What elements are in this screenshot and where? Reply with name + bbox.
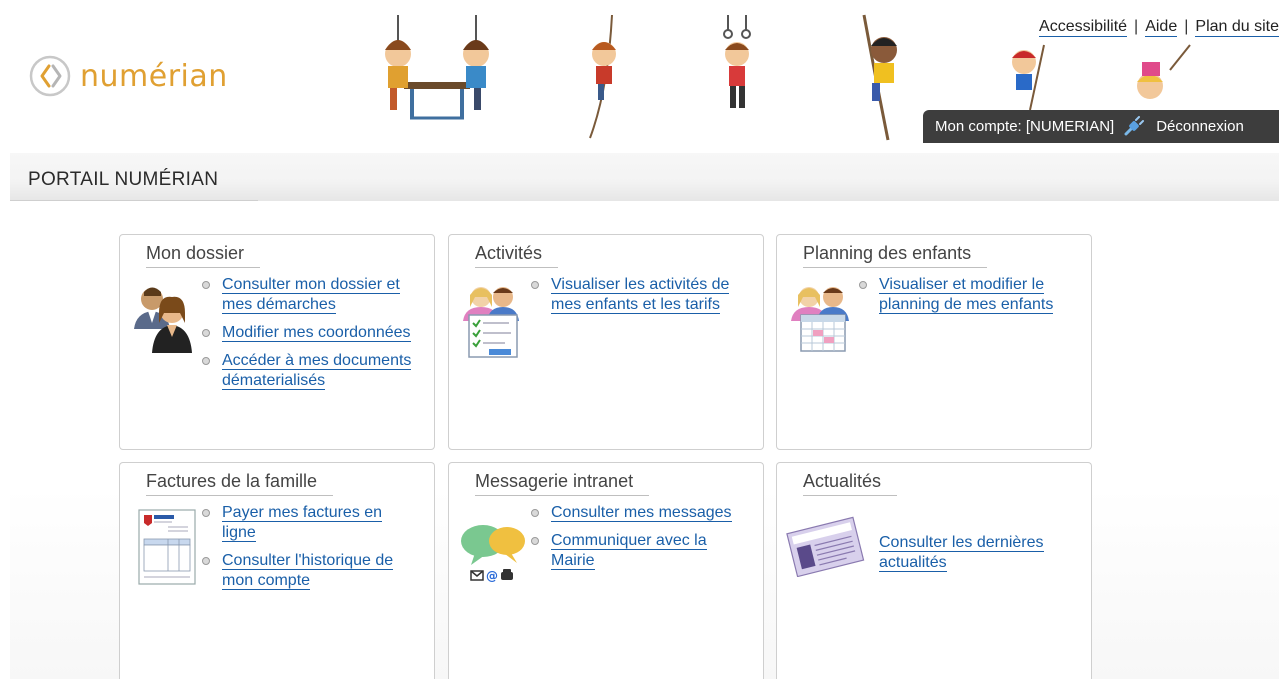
list-item: Consulter l'historique de mon compte (200, 551, 420, 591)
link-separator: | (1184, 18, 1189, 35)
account-history-link[interactable]: Consulter l'historique de mon compte (222, 552, 394, 590)
table-scene-icon (385, 15, 489, 120)
card-links: Consulter mes messages Communiquer avec … (529, 503, 749, 579)
card-title[interactable]: Mon dossier (146, 243, 261, 268)
climber-4-icon (1012, 44, 1045, 111)
help-link[interactable]: Aide (1145, 18, 1178, 37)
sitemap-link[interactable]: Plan du site (1195, 18, 1279, 37)
activities-link[interactable]: Visualiser les activités de mes enfants … (551, 276, 730, 314)
planning-link[interactable]: Visualiser et modifier le planning de me… (879, 276, 1054, 314)
list-item: Modifier mes coordonnées (200, 323, 420, 343)
header: numérian Accessibilité | Aide | Plan du … (0, 0, 1279, 150)
card-links: Consulter les dernières actualités (857, 533, 1077, 581)
invoice-icon (138, 509, 196, 585)
climber-5-icon (1137, 44, 1191, 99)
list-item: Visualiser les activités de mes enfants … (529, 275, 749, 315)
card-title[interactable]: Messagerie intranet (475, 471, 650, 496)
contact-mairie-link[interactable]: Communiquer avec la Mairie (551, 532, 707, 570)
list-item: Visualiser et modifier le planning de me… (857, 275, 1077, 315)
edit-contact-link[interactable]: Modifier mes coordonnées (222, 324, 411, 342)
climber-2-icon (723, 15, 751, 108)
documents-link[interactable]: Accéder à mes documents dématerialisés (222, 352, 412, 390)
climber-3-icon (862, 14, 897, 141)
planning-icon (791, 287, 849, 352)
card-actualites: Actualités Consulter les dernières actua… (776, 462, 1092, 679)
accessibility-link[interactable]: Accessibilité (1039, 18, 1128, 37)
card-planning: Planning des enfants Visualiser et modif… (776, 234, 1092, 450)
logout-link[interactable]: Déconnexion (1156, 118, 1244, 135)
card-messagerie: Messagerie intranet @ Consulter mes mess… (448, 462, 764, 679)
newspaper-icon (786, 516, 865, 577)
plug-icon (1124, 115, 1145, 135)
read-messages-link[interactable]: Consulter mes messages (551, 504, 732, 522)
climber-1-icon (589, 14, 616, 139)
list-item: Consulter mes messages (529, 503, 749, 523)
top-links: Accessibilité | Aide | Plan du site (1039, 18, 1279, 37)
card-factures: Factures de la famille Payer mes facture… (119, 462, 435, 679)
news-link[interactable]: Consulter les dernières actualités (879, 534, 1044, 572)
list-item: Consulter mon dossier et mes démarches (200, 275, 420, 315)
card-title[interactable]: Activités (475, 243, 559, 268)
card-title[interactable]: Actualités (803, 471, 898, 496)
card-links: Consulter mon dossier et mes démarches M… (200, 275, 420, 399)
card-title[interactable]: Factures de la famille (146, 471, 334, 496)
list-item: Consulter les dernières actualités (857, 533, 1077, 573)
pay-invoices-link[interactable]: Payer mes factures en ligne (222, 504, 383, 542)
card-activites: Activités Visualiser les activités de me… (448, 234, 764, 450)
link-separator: | (1134, 18, 1139, 35)
portal-bar: PORTAIL NUMÉRIAN (10, 153, 1279, 201)
messaging-icon: @ (461, 525, 525, 583)
card-links: Visualiser et modifier le planning de me… (857, 275, 1077, 323)
list-item: Communiquer avec la Mairie (529, 531, 749, 571)
card-mon-dossier: Mon dossier Consulter mon dossier et mes… (119, 234, 435, 450)
account-bar: Mon compte: [NUMERIAN] Déconnexion (923, 110, 1279, 143)
users-icon (134, 287, 192, 353)
card-links: Visualiser les activités de mes enfants … (529, 275, 749, 323)
activities-icon (463, 287, 519, 358)
account-label[interactable]: Mon compte: [NUMERIAN] (935, 118, 1114, 135)
consult-dossier-link[interactable]: Consulter mon dossier et mes démarches (222, 276, 400, 314)
card-links: Payer mes factures en ligne Consulter l'… (200, 503, 420, 599)
card-title[interactable]: Planning des enfants (803, 243, 988, 268)
list-item: Payer mes factures en ligne (200, 503, 420, 543)
list-item: Accéder à mes documents dématerialisés (200, 351, 420, 391)
svg-text:@: @ (486, 569, 498, 583)
page-title: PORTAIL NUMÉRIAN (28, 169, 219, 190)
